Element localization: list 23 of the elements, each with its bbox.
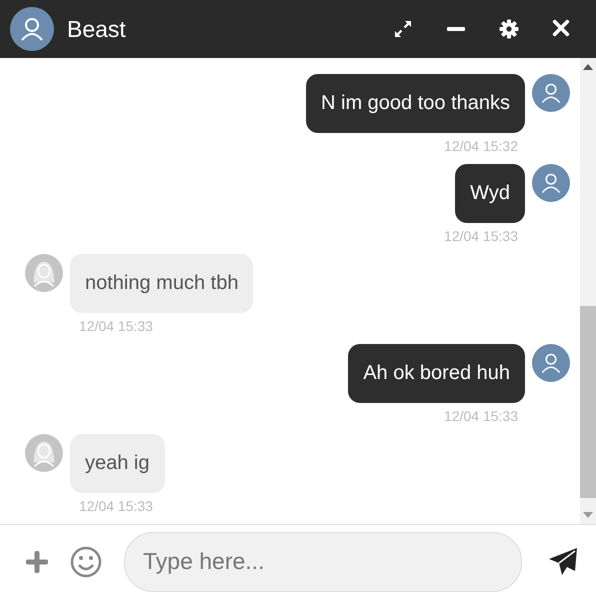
message-input[interactable]: Type here...	[124, 532, 522, 592]
message-time: 12/04 15:32	[444, 138, 518, 154]
message-time: 12/04 15:33	[444, 228, 518, 244]
scroll-up-icon[interactable]	[583, 64, 593, 70]
message-time: 12/04 15:33	[79, 498, 153, 514]
avatar-icon	[532, 164, 570, 202]
emoji-icon[interactable]	[70, 546, 102, 578]
avatar-icon	[25, 254, 63, 292]
message-bubble: Ah ok bored huh	[348, 344, 525, 403]
avatar-icon	[532, 344, 570, 382]
contact-name: Beast	[67, 16, 127, 42]
message-bubble: yeah ig	[70, 434, 164, 493]
message-bubble: N im good too thanks	[306, 74, 525, 133]
scrollbar[interactable]	[580, 58, 596, 524]
message-time: 12/04 15:33	[444, 408, 518, 424]
message-time: 12/04 15:33	[79, 318, 153, 334]
avatar-icon	[532, 74, 570, 112]
message-bubble: nothing much tbh	[70, 254, 254, 313]
send-icon[interactable]	[548, 546, 578, 576]
message-bubble: Wyd	[455, 164, 525, 223]
avatar-icon	[10, 7, 54, 51]
add-icon[interactable]	[26, 550, 48, 572]
avatar-icon	[25, 434, 63, 472]
